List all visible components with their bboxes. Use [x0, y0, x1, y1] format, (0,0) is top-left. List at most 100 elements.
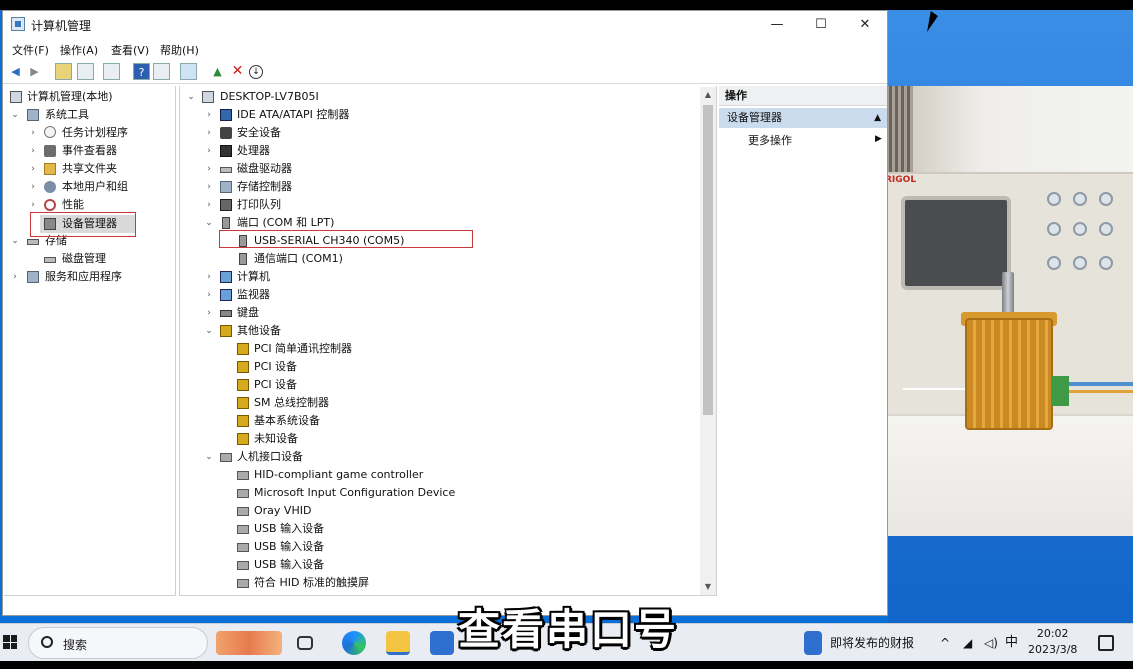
chevron-right-icon[interactable]: ›: [28, 124, 38, 142]
download-icon[interactable]: ↓: [249, 65, 263, 79]
speaker-icon[interactable]: ◁): [984, 624, 998, 662]
monitor-icon[interactable]: [180, 63, 197, 80]
chevron-up-icon[interactable]: ^: [940, 624, 950, 662]
properties-icon[interactable]: [103, 63, 120, 80]
tree-local-users[interactable]: › 本地用户和组: [6, 178, 174, 196]
tree-task-scheduler[interactable]: › 任务计划程序: [6, 124, 174, 142]
chevron-right-icon[interactable]: ›: [204, 196, 214, 214]
close-button[interactable]: ✕: [843, 11, 887, 38]
windows-start-icon[interactable]: [3, 635, 17, 649]
file-explorer-icon[interactable]: [386, 631, 410, 655]
news-label[interactable]: 即将发布的财报: [830, 624, 914, 662]
chevron-right-icon[interactable]: ›: [28, 178, 38, 196]
tree-services-apps[interactable]: › 服务和应用程序: [6, 268, 174, 286]
network-icon[interactable]: ◢: [963, 624, 972, 662]
scroll-thumb[interactable]: [703, 105, 713, 415]
warning-device-icon: [237, 379, 249, 391]
update-driver-icon[interactable]: ▲: [209, 63, 226, 80]
tree-event-viewer[interactable]: › 事件查看器: [6, 142, 174, 160]
up-folder-icon[interactable]: [55, 63, 72, 80]
edge-browser-icon[interactable]: [342, 631, 366, 655]
news-icon[interactable]: [804, 631, 822, 655]
chevron-down-icon[interactable]: ⌄: [186, 88, 196, 106]
device-label: USB 输入设备: [254, 540, 325, 553]
chevron-down-icon[interactable]: ⌄: [204, 322, 214, 340]
chevron-down-icon[interactable]: ⌄: [10, 106, 20, 124]
taskbar-search[interactable]: 搜索: [28, 627, 208, 659]
taskbar-clock[interactable]: 20:02 2023/3/8: [1028, 626, 1077, 658]
ime-indicator[interactable]: 中: [1005, 624, 1018, 662]
chevron-right-icon[interactable]: ›: [28, 142, 38, 160]
minimize-button[interactable]: —: [755, 11, 799, 38]
device-label: 键盘: [237, 306, 259, 319]
device-label: Microsoft Input Configuration Device: [254, 486, 456, 499]
shared-folder-icon: [44, 163, 56, 175]
store-icon[interactable]: [430, 631, 454, 655]
tree-shared-folders[interactable]: › 共享文件夹: [6, 160, 174, 178]
menu-file[interactable]: 文件(F): [12, 42, 49, 58]
hid-icon: [237, 525, 249, 534]
knob: [1073, 192, 1087, 206]
console-view-icon[interactable]: [153, 63, 170, 80]
chevron-right-icon[interactable]: ›: [204, 304, 214, 322]
disk-drive-icon: [220, 167, 232, 173]
computer-management-window: 计算机管理 — ☐ ✕ 文件(F) 操作(A) 查看(V) 帮助(H) ◀ ▶ …: [2, 10, 888, 616]
chevron-down-icon[interactable]: ⌄: [204, 448, 214, 466]
back-arrow-icon[interactable]: ◀: [7, 63, 24, 80]
knob: [1047, 222, 1061, 236]
motor-shaft: [1002, 272, 1014, 314]
tree-system-tools[interactable]: ⌄ 系统工具: [6, 106, 174, 124]
submenu-arrow-icon[interactable]: ▶: [875, 134, 882, 144]
chevron-right-icon[interactable]: ›: [10, 268, 20, 286]
knob: [1073, 222, 1087, 236]
computer-icon: [10, 91, 22, 103]
chevron-down-icon[interactable]: ⌄: [204, 214, 214, 232]
chevron-right-icon[interactable]: ›: [28, 160, 38, 178]
notification-icon[interactable]: [1098, 635, 1114, 651]
tree-disk-management[interactable]: 磁盘管理: [6, 250, 174, 268]
help-icon[interactable]: ?: [133, 63, 150, 80]
menu-action[interactable]: 操作(A): [60, 42, 98, 58]
chevron-right-icon[interactable]: ›: [204, 268, 214, 286]
tree-label: 磁盘管理: [62, 252, 106, 265]
chevron-right-icon[interactable]: ›: [204, 124, 214, 142]
search-icon: [41, 636, 53, 648]
motor-terminal: [1051, 376, 1069, 406]
chevron-down-icon[interactable]: ⌄: [10, 232, 20, 250]
scroll-down-arrow-icon[interactable]: ▼: [700, 579, 716, 595]
warning-device-icon: [237, 397, 249, 409]
chevron-right-icon[interactable]: ›: [204, 160, 214, 178]
maximize-button[interactable]: ☐: [799, 11, 843, 38]
tree-root[interactable]: 计算机管理(本地): [6, 88, 174, 106]
scroll-up-arrow-icon[interactable]: ▲: [700, 87, 716, 103]
warning-device-icon: [237, 433, 249, 445]
uninstall-x-icon[interactable]: ✕: [229, 63, 246, 80]
hid-icon: [237, 561, 249, 570]
chevron-right-icon[interactable]: ›: [204, 178, 214, 196]
chevron-right-icon[interactable]: ›: [204, 106, 214, 124]
actions-section-label: 设备管理器: [727, 111, 782, 124]
collapse-arrow-icon[interactable]: ▲: [874, 108, 881, 128]
hid-icon: [237, 543, 249, 552]
task-view-icon[interactable]: [297, 636, 313, 650]
knob: [1099, 192, 1113, 206]
device-label: 通信端口 (COM1): [254, 252, 343, 265]
menu-view[interactable]: 查看(V): [111, 42, 149, 58]
navigation-tree: 计算机管理(本地) ⌄ 系统工具 › 任务计划程序 › 事件查看器 › 共享文件…: [4, 86, 176, 596]
menu-help[interactable]: 帮助(H): [160, 42, 199, 58]
monitor-icon: [220, 289, 232, 301]
chevron-right-icon[interactable]: ›: [204, 142, 214, 160]
storage-controller-icon: [220, 181, 232, 193]
forward-arrow-icon[interactable]: ▶: [26, 63, 43, 80]
chevron-right-icon[interactable]: ›: [204, 286, 214, 304]
warning-device-icon: [237, 415, 249, 427]
more-actions-item[interactable]: 更多操作: [748, 132, 792, 150]
show-hide-tree-icon[interactable]: [77, 63, 94, 80]
device-tree-scrollbar[interactable]: ▲ ▼: [700, 87, 716, 595]
bottom-black-bar: [0, 661, 1133, 669]
stepper-motor: [965, 318, 1053, 430]
actions-section-device-manager[interactable]: 设备管理器 ▲: [719, 108, 887, 128]
tree-label: 本地用户和组: [62, 180, 128, 193]
search-highlight-image[interactable]: [216, 631, 282, 655]
security-device-icon: [220, 127, 232, 139]
